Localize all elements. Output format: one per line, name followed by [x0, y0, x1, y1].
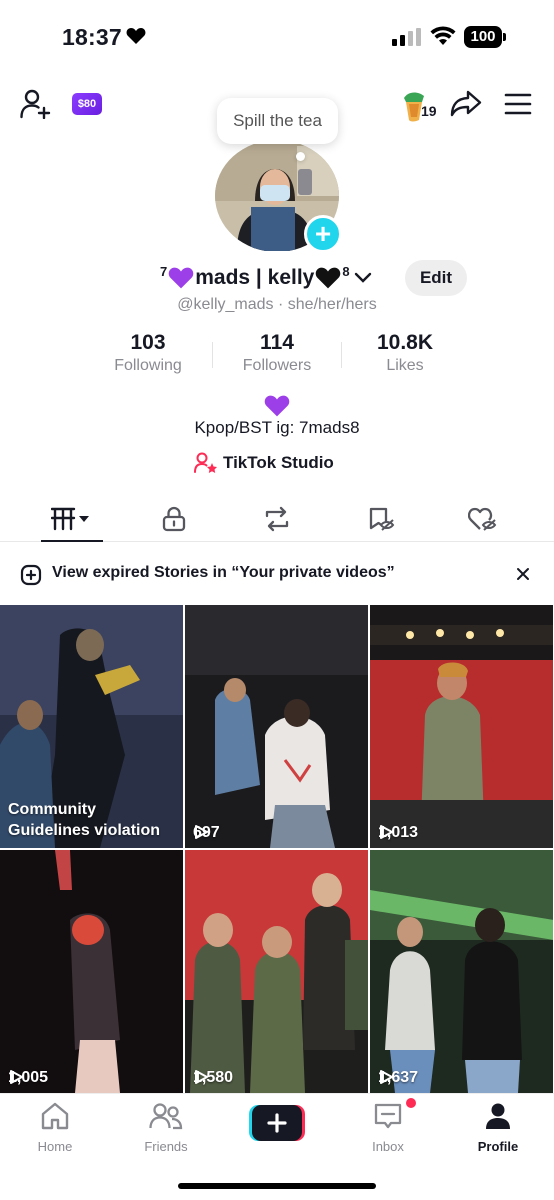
tiktok-studio-link[interactable]: TikTok Studio — [194, 451, 334, 475]
thumbnail-image — [370, 850, 553, 1093]
view-count: 1,580 — [193, 1069, 233, 1087]
coin-badge[interactable]: $80 — [72, 93, 102, 115]
profile-tabs — [0, 496, 554, 542]
edit-profile-button[interactable]: Edit — [405, 260, 467, 296]
notification-dot — [406, 1098, 416, 1108]
following-label: Following — [114, 357, 182, 374]
lock-icon — [162, 506, 186, 532]
nav-friends[interactable]: Friends — [126, 1102, 206, 1154]
menu-icon[interactable] — [504, 93, 532, 115]
display-name[interactable]: 7 mads | kelly 8 — [160, 262, 372, 294]
add-square-icon — [20, 564, 42, 586]
thumbnail-image — [185, 605, 368, 848]
following-count: 103 — [130, 331, 166, 354]
nav-label: Inbox — [372, 1139, 404, 1154]
add-friend-icon[interactable] — [20, 89, 52, 119]
purple-heart-icon — [168, 267, 194, 289]
battery-icon: 100 — [464, 26, 508, 48]
tab-favorites[interactable] — [326, 496, 436, 542]
name-text: mads | kelly — [195, 266, 315, 289]
nav-home[interactable]: Home — [15, 1102, 95, 1154]
stat-followers[interactable]: 114 Followers — [217, 331, 337, 375]
nav-label: Friends — [144, 1139, 188, 1154]
play-icon — [195, 825, 208, 839]
name-sup-prefix: 7 — [160, 263, 168, 279]
status-bar: 18:37 100 — [0, 0, 554, 70]
video-thumbnail[interactable]: 697 — [185, 605, 368, 848]
battery-level: 100 — [464, 26, 502, 48]
studio-icon — [194, 452, 217, 473]
video-thumbnail[interactable]: 1,005 — [0, 850, 183, 1093]
likes-label: Likes — [386, 357, 424, 374]
expired-stories-banner[interactable]: View expired Stories in “Your private vi… — [0, 552, 554, 596]
stat-divider — [341, 342, 342, 368]
tooltip: Spill the tea — [217, 98, 338, 144]
nav-label: Profile — [477, 1139, 519, 1154]
video-thumbnail[interactable]: Community Guidelines violation — [0, 605, 183, 848]
tab-private[interactable] — [119, 496, 229, 542]
video-thumbnail[interactable]: 1,580 — [185, 850, 368, 1093]
banner-text: View expired Stories in “Your private vi… — [52, 564, 395, 581]
repost-icon — [265, 506, 289, 532]
tooltip-tail — [296, 152, 305, 161]
bookmark-hidden-icon — [369, 507, 395, 531]
inbox-icon — [374, 1103, 402, 1129]
heart-hidden-icon — [468, 507, 497, 531]
view-count: 1,637 — [378, 1069, 418, 1087]
black-heart-icon — [316, 267, 341, 289]
bio-text: Kpop/BST ig: 7mads8 — [194, 418, 360, 437]
play-icon — [380, 825, 393, 839]
active-tab-indicator — [41, 540, 103, 542]
tab-liked[interactable] — [428, 496, 538, 542]
create-button[interactable] — [249, 1105, 305, 1141]
streak-count: 19 — [421, 103, 437, 119]
studio-label: TikTok Studio — [223, 453, 334, 472]
followers-count: 114 — [260, 331, 294, 354]
status-time: 18:37 — [62, 24, 122, 50]
signal-icon — [392, 28, 421, 46]
play-icon — [10, 1070, 23, 1084]
home-icon — [41, 1102, 69, 1130]
nav-profile[interactable]: Profile — [458, 1102, 538, 1154]
nav-label: Home — [37, 1139, 73, 1154]
view-count: 1,005 — [8, 1069, 48, 1087]
video-thumbnail[interactable]: 1,637 — [370, 850, 553, 1093]
play-icon — [380, 1070, 393, 1084]
videos-grid-icon — [51, 507, 89, 531]
view-count: 697 — [193, 824, 220, 842]
stat-likes[interactable]: 10.8K Likes — [345, 331, 465, 375]
add-story-button[interactable]: + — [304, 215, 342, 253]
nav-inbox[interactable]: Inbox — [348, 1102, 428, 1154]
view-count: 1,013 — [378, 824, 418, 842]
username-pronouns: @kelly_mads · she/her/hers — [177, 296, 377, 313]
share-icon[interactable] — [450, 89, 482, 117]
thumbnail-image — [370, 605, 553, 848]
violation-label: Community Guidelines violation — [8, 801, 161, 839]
play-icon — [195, 1070, 208, 1084]
purple-heart-icon — [264, 395, 290, 417]
thumbnail-image — [0, 850, 183, 1093]
thumbnail-image — [185, 850, 368, 1093]
video-thumbnail[interactable]: 1,013 — [370, 605, 553, 848]
close-icon[interactable] — [515, 566, 531, 582]
tab-videos[interactable] — [17, 496, 127, 542]
video-grid: Community Guidelines violation 697 1,013 — [0, 605, 554, 1093]
chevron-down-icon[interactable] — [354, 272, 372, 284]
home-indicator — [178, 1183, 376, 1189]
name-sup-suffix: 8 — [342, 263, 350, 279]
tab-reposts[interactable] — [222, 496, 332, 542]
stat-divider — [212, 342, 213, 368]
likes-count: 10.8K — [376, 331, 434, 354]
heart-icon — [126, 28, 146, 44]
profile-icon — [486, 1103, 510, 1129]
wifi-icon — [430, 26, 456, 45]
friends-icon — [149, 1103, 183, 1130]
followers-label: Followers — [242, 357, 312, 374]
stat-following[interactable]: 103 Following — [88, 331, 208, 375]
